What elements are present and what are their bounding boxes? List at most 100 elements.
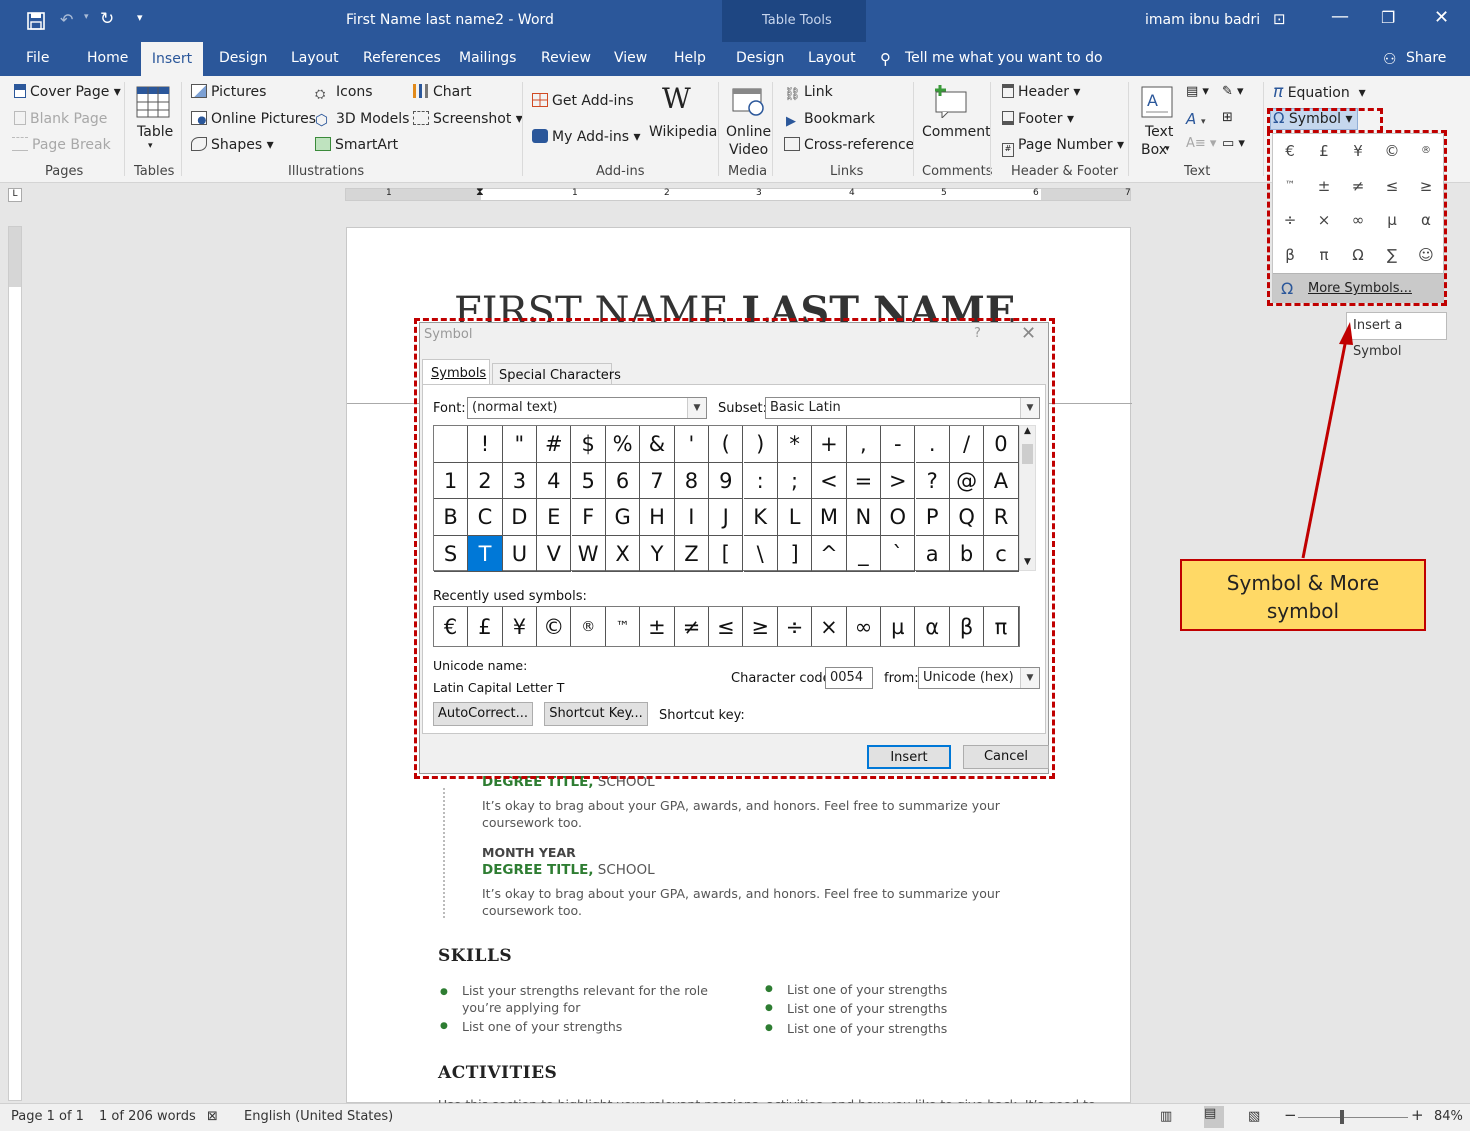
symbol-grid[interactable]: ! " # $% & '() * +, -./0 1 2 3 4 5 6 7 8 9:; < = >? @ A B C D E F G H… — [433, 425, 1019, 572]
page-number-button[interactable]: # Page Number ▾ — [1002, 137, 1124, 157]
close-icon[interactable]: ✕ — [1434, 7, 1449, 28]
word-count[interactable]: 1 of 206 words — [99, 1109, 196, 1124]
web-layout-icon[interactable]: ▧ — [1248, 1109, 1260, 1124]
zoom-slider-thumb[interactable] — [1340, 1110, 1344, 1124]
symbol-cell[interactable]: " — [502, 426, 537, 463]
symbol-cell[interactable]: ) — [743, 426, 778, 463]
icons-button[interactable]: ⛭ Icons — [315, 84, 373, 102]
screenshot-button[interactable]: Screenshot ▾ — [413, 111, 523, 127]
recent-symbol-cell[interactable]: ≤ — [709, 607, 744, 646]
wikipedia-button[interactable]: Wikipedia — [649, 124, 717, 140]
symbol-cell[interactable]: W — [571, 535, 606, 572]
symbol-cell[interactable]: P — [915, 499, 950, 536]
dialog-close-icon[interactable]: ✕ — [1021, 323, 1036, 344]
grid-scrollbar[interactable]: ▲ ▼ — [1019, 425, 1036, 571]
symbol-cell[interactable]: ' — [674, 426, 709, 463]
tab-selector-icon[interactable]: L — [8, 188, 22, 202]
shapes-button[interactable]: Shapes ▾ — [191, 137, 274, 153]
redo-icon[interactable]: ↻ — [100, 9, 114, 29]
recent-symbol-cell[interactable]: € — [434, 607, 469, 646]
cross-reference-button[interactable]: Cross-reference — [784, 137, 914, 153]
symbol-cell[interactable]: M — [812, 499, 847, 536]
wordart-icon[interactable]: A ▾ — [1186, 110, 1206, 128]
online-video-label-1[interactable]: Online — [726, 124, 771, 140]
recent-symbol-cell[interactable]: ± — [640, 607, 675, 646]
recent-symbol-cell[interactable]: ≥ — [744, 607, 778, 646]
symbol-cell[interactable]: E — [537, 499, 572, 536]
symbol-cell[interactable]: D — [502, 499, 537, 536]
tab-mailings[interactable]: Mailings — [459, 50, 516, 66]
symbol-cell[interactable]: R — [984, 499, 1019, 536]
tab-review[interactable]: Review — [541, 50, 591, 66]
bookmark-button[interactable]: ▶ Bookmark — [786, 111, 875, 129]
object-icon[interactable]: ▭ ▾ — [1222, 136, 1245, 151]
indent-marker-icon[interactable]: ⧗ — [476, 185, 484, 199]
symbol-cell[interactable] — [434, 426, 469, 463]
symbol-cell[interactable]: [ — [709, 535, 744, 572]
symbol-cell[interactable]: 0 — [984, 426, 1019, 463]
scroll-down-icon[interactable]: ▼ — [1024, 557, 1031, 567]
symbol-cell[interactable]: , — [846, 426, 881, 463]
proofing-icon[interactable]: ⊠ — [207, 1109, 218, 1124]
read-mode-icon[interactable]: ▥ — [1160, 1109, 1172, 1124]
my-addins-button[interactable]: My Add-ins ▾ — [532, 129, 641, 145]
symbol-cell[interactable]: X — [606, 535, 641, 572]
recent-symbol-cell[interactable]: © — [537, 607, 572, 646]
symbol-cell[interactable]: ( — [709, 426, 744, 463]
tab-layout[interactable]: Layout — [291, 50, 339, 66]
symbol-cell[interactable]: @ — [950, 462, 985, 499]
footer-button[interactable]: Footer ▾ — [1002, 111, 1074, 127]
chevron-down-icon[interactable]: ▼ — [1020, 398, 1039, 418]
from-select[interactable]: Unicode (hex) ▼ — [918, 667, 1040, 689]
symbol-cell[interactable]: N — [846, 499, 881, 536]
char-code-input[interactable]: 0054 — [825, 667, 873, 689]
symbol-cell[interactable]: 8 — [674, 462, 709, 499]
3d-models-button[interactable]: ⬡ 3D Models — [315, 111, 409, 129]
chart-button[interactable]: Chart — [413, 84, 471, 100]
symbol-cell[interactable]: 4 — [537, 462, 572, 499]
symbol-cell[interactable]: C — [468, 499, 503, 536]
tab-insert[interactable]: Insert — [141, 42, 203, 76]
link-button[interactable]: ⛓ Link — [784, 84, 833, 102]
equation-button[interactable]: π Equation ▾ — [1273, 82, 1366, 102]
symbol-cell[interactable]: 5 — [571, 462, 606, 499]
symbol-cell[interactable]: a — [915, 535, 950, 572]
symbol-cell[interactable]: = — [846, 462, 881, 499]
print-layout-icon[interactable]: ▤ — [1204, 1106, 1224, 1128]
symbol-cell[interactable]: . — [915, 426, 950, 463]
recent-symbol-cell[interactable]: µ — [881, 607, 916, 646]
tab-design[interactable]: Design — [219, 50, 267, 66]
smartart-button[interactable]: SmartArt — [315, 137, 398, 153]
symbol-cell[interactable]: - — [881, 426, 916, 463]
symbol-cell[interactable]: & — [640, 426, 675, 463]
symbol-cell[interactable]: * — [778, 426, 813, 463]
tab-file[interactable]: File — [26, 50, 49, 66]
blank-page-button[interactable]: Blank Page — [14, 111, 107, 127]
symbol-cell[interactable]: ! — [468, 426, 503, 463]
symbol-cell[interactable]: Y — [640, 535, 675, 572]
symbol-cell[interactable]: T — [468, 535, 503, 572]
recent-symbol-cell[interactable]: α — [916, 607, 950, 646]
symbol-cell[interactable]: + — [812, 426, 847, 463]
online-video-label-2[interactable]: Video — [729, 142, 768, 158]
recent-symbol-cell[interactable]: × — [812, 607, 847, 646]
user-name[interactable]: imam ibnu badri — [1145, 12, 1260, 28]
symbol-cell[interactable]: 7 — [640, 462, 675, 499]
symbol-cell[interactable]: _ — [846, 535, 881, 572]
symbol-cell[interactable]: F — [571, 499, 606, 536]
symbol-cell[interactable]: B — [434, 499, 469, 536]
comment-button[interactable]: Comment — [922, 124, 991, 140]
symbol-cell[interactable]: > — [881, 462, 916, 499]
symbol-cell[interactable]: b — [950, 535, 985, 572]
symbol-cell[interactable]: G — [606, 499, 641, 536]
recent-symbols[interactable]: € £ ¥ © ® ™ ± ≠ ≤ ≥ ÷ × ∞ µ α β π — [433, 606, 1020, 647]
symbol-cell[interactable]: ] — [778, 535, 813, 572]
recent-symbol-cell[interactable]: £ — [468, 607, 503, 646]
page-break-button[interactable]: Page Break — [12, 137, 111, 153]
language[interactable]: English (United States) — [244, 1109, 393, 1124]
symbol-cell[interactable]: 6 — [606, 462, 641, 499]
symbol-cell[interactable]: Z — [674, 535, 709, 572]
pictures-button[interactable]: Pictures — [191, 84, 266, 100]
symbol-cell[interactable]: / — [950, 426, 985, 463]
drop-cap-icon[interactable]: A≡ ▾ — [1186, 136, 1216, 151]
